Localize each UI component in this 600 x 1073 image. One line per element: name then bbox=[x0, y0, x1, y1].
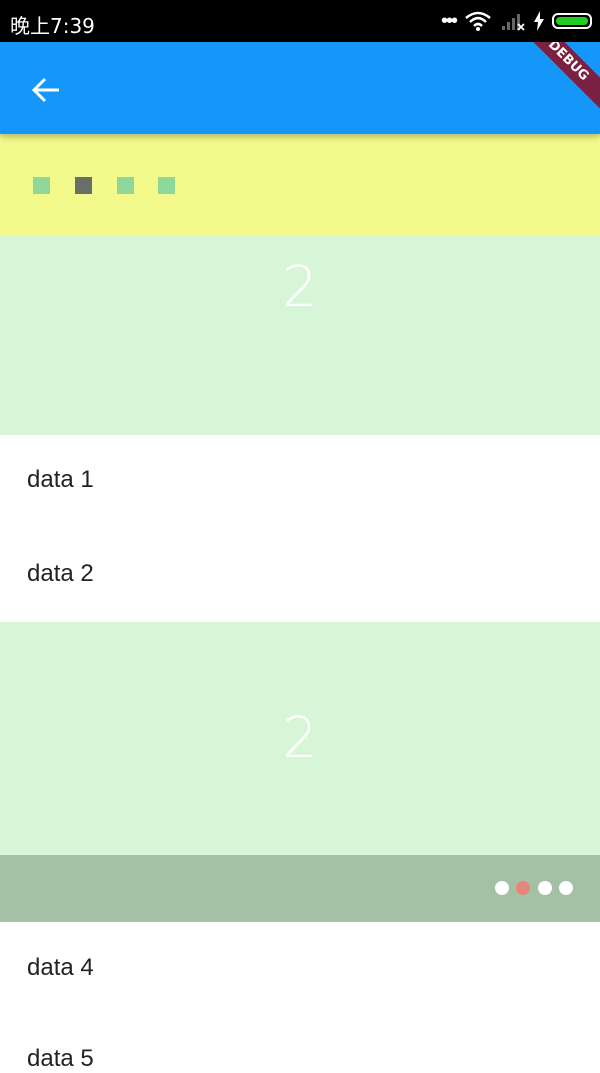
list-item[interactable]: data 4 bbox=[27, 954, 94, 982]
carousel-dot[interactable] bbox=[495, 881, 509, 895]
page-square bbox=[117, 177, 134, 194]
battery-level bbox=[556, 17, 588, 25]
debug-ribbon: DEBUG bbox=[530, 42, 600, 112]
page-square-active bbox=[75, 177, 92, 194]
debug-banner: DEBUG bbox=[530, 42, 600, 112]
list-item[interactable]: data 1 bbox=[27, 466, 94, 494]
carousel-indicator-bar bbox=[0, 855, 600, 922]
carousel-banner-top[interactable]: 2 bbox=[0, 235, 600, 435]
carousel-banner-mid[interactable]: 2 bbox=[0, 622, 600, 855]
back-button[interactable] bbox=[22, 66, 70, 114]
signal-icon bbox=[502, 14, 525, 31]
banner-number: 2 bbox=[282, 706, 318, 771]
page-square bbox=[158, 177, 175, 194]
carousel-dot[interactable] bbox=[559, 881, 573, 895]
status-time: 晚上7:39 bbox=[10, 14, 95, 38]
status-bar: 晚上7:39 ••• bbox=[0, 0, 600, 42]
banner-number: 2 bbox=[282, 255, 318, 320]
wifi-icon bbox=[465, 11, 491, 31]
page-indicator-strip bbox=[0, 134, 600, 235]
carousel-dot[interactable] bbox=[538, 881, 552, 895]
arrow-left-icon bbox=[31, 77, 59, 103]
list-item[interactable]: data 5 bbox=[27, 1045, 94, 1073]
status-icons: ••• bbox=[441, 8, 592, 34]
page-square bbox=[33, 177, 50, 194]
more-dots-icon: ••• bbox=[440, 10, 458, 32]
charging-icon bbox=[534, 11, 544, 31]
battery-icon bbox=[552, 13, 592, 29]
app-bar bbox=[0, 42, 600, 134]
list-item[interactable]: data 2 bbox=[27, 560, 94, 588]
carousel-dot-active[interactable] bbox=[516, 881, 530, 895]
